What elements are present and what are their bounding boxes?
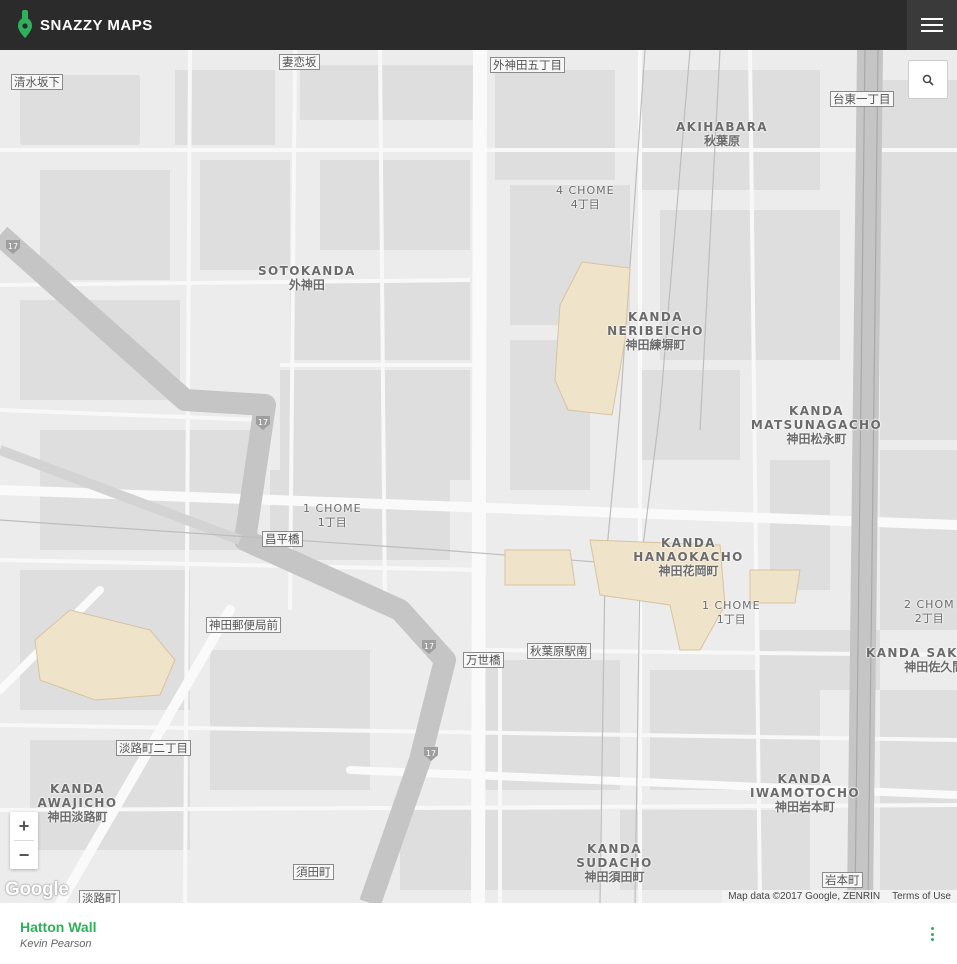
station-label[interactable]: 昌平橋 — [262, 531, 303, 547]
area-label: 2 CHOM 2丁目 — [904, 598, 955, 625]
station-label[interactable]: 神田郵便局前 — [206, 617, 281, 633]
area-label: KANDA IWAMOTOCHO 神田岩本町 — [749, 772, 861, 814]
map-attribution: Map data ©2017 Google, ZENRIN Terms of U… — [722, 890, 957, 903]
google-logo[interactable]: Google — [5, 879, 69, 901]
area-label: 1 CHOME 1丁目 — [702, 599, 761, 626]
more-vertical-icon — [930, 927, 934, 930]
hamburger-menu-button[interactable] — [907, 0, 957, 50]
station-label[interactable]: 清水坂下 — [11, 74, 63, 90]
area-label: KANDA SUDACHO 神田須田町 — [576, 842, 653, 884]
area-label: KANDA MATSUNAGACHO 神田松永町 — [750, 404, 883, 446]
route-shield: 17 — [257, 418, 269, 427]
more-options-button[interactable] — [929, 927, 935, 941]
route-shield: 17 — [7, 242, 19, 251]
top-bar: SNAZZY MAPS — [0, 0, 957, 50]
hamburger-icon-bar — [921, 24, 943, 26]
more-vertical-icon-dot — [930, 938, 934, 941]
hamburger-icon — [921, 18, 943, 20]
area-label: KANDA AWAJICHO 神田淡路町 — [37, 782, 118, 824]
area-label: AKIHABARA 秋葉原 — [676, 120, 768, 148]
style-title[interactable]: Hatton Wall — [20, 919, 96, 935]
station-label[interactable]: 須田町 — [293, 864, 334, 880]
zoom-out-button[interactable]: − — [10, 841, 38, 869]
area-label: KANDA HANAOKACHO 神田花岡町 — [633, 536, 744, 578]
area-label: 4 CHOME 4丁目 — [556, 184, 615, 211]
brand[interactable]: SNAZZY MAPS — [18, 10, 153, 40]
station-label[interactable]: 淡路町二丁目 — [116, 740, 191, 756]
route-shield: 17 — [425, 749, 437, 758]
search-icon — [922, 74, 934, 86]
zoom-control: + − — [10, 812, 38, 869]
style-author[interactable]: Kevin Pearson — [20, 938, 92, 950]
zoom-in-button[interactable]: + — [10, 812, 38, 840]
map-data-attribution: Map data ©2017 Google, ZENRIN — [722, 890, 887, 903]
more-vertical-icon-dot — [930, 932, 934, 936]
area-label: KANDA SAKUMACH神田佐久間町 — [866, 646, 957, 674]
area-label: SOTOKANDA 外神田 — [258, 264, 356, 292]
area-label: 1 CHOME 1丁目 — [303, 502, 362, 529]
snazzy-pin-logo-icon — [18, 10, 32, 38]
station-label[interactable]: 万世橋 — [463, 652, 504, 668]
route-shield: 17 — [423, 642, 435, 651]
station-label[interactable]: 秋葉原駅南 — [527, 643, 591, 659]
style-footer: Hatton Wall Kevin Pearson — [0, 903, 957, 964]
terms-of-use-link[interactable]: Terms of Use — [886, 890, 957, 903]
station-label[interactable]: 外神田五丁目 — [490, 57, 565, 73]
brand-name: SNAZZY MAPS — [40, 16, 153, 34]
station-label[interactable]: 台東一丁目 — [830, 91, 894, 107]
station-label[interactable]: 岩本町 — [822, 872, 863, 888]
area-label: KANDA NERIBEICHO 神田練塀町 — [607, 310, 704, 352]
hamburger-icon-bar — [921, 30, 943, 32]
map-search-button[interactable] — [908, 60, 948, 99]
station-label[interactable]: 妻恋坂 — [279, 54, 320, 70]
station-label[interactable]: 淡路町 — [79, 890, 120, 903]
map-canvas[interactable]: 17 17 17 17 AKIHABARA 秋葉原 4 CHOME 4丁目 SOTO… — [0, 50, 957, 903]
